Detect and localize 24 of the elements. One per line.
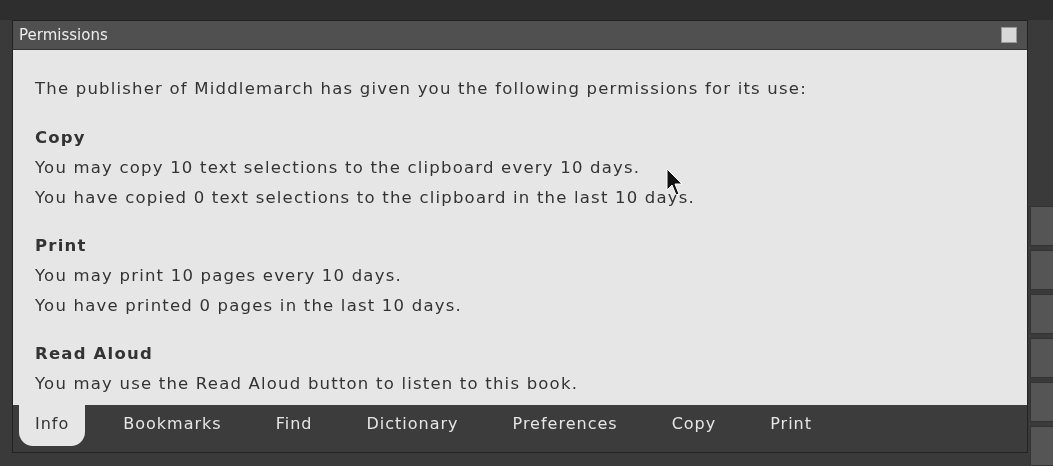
side-button[interactable]: [1030, 382, 1053, 422]
tab[interactable]: Preferences: [496, 405, 634, 446]
side-button[interactable]: [1030, 294, 1053, 334]
side-button[interactable]: [1030, 426, 1053, 466]
side-button[interactable]: [1030, 206, 1053, 246]
tab[interactable]: Print: [754, 405, 829, 446]
permission-text: You may print 10 pages every 10 days.: [35, 265, 402, 287]
window-title: Permissions: [19, 26, 108, 44]
intro-text: The publisher of Middlemarch has given you the following permissions for its use:: [35, 78, 807, 100]
tab[interactable]: Dictionary: [350, 405, 475, 446]
tab[interactable]: Copy: [655, 405, 733, 446]
permission-text: You may use the Read Aloud button to listen to this book.: [35, 373, 579, 395]
section-heading: Read Aloud: [35, 343, 153, 365]
tab[interactable]: Find: [259, 405, 329, 446]
tab[interactable]: Bookmarks: [107, 405, 238, 446]
side-button[interactable]: [1030, 250, 1053, 290]
side-button[interactable]: [1030, 338, 1053, 378]
permission-text: You have printed 0 pages in the last 10 days.: [35, 295, 462, 317]
tab[interactable]: Info: [19, 405, 86, 446]
close-box[interactable]: [1001, 27, 1018, 43]
permission-text: You may copy 10 text selections to the clipboard every 10 days.: [35, 157, 641, 179]
section-heading: Copy: [35, 127, 86, 149]
section-heading: Print: [35, 235, 87, 257]
permission-text: You have copied 0 text selections to the clipboard in the last 10 days.: [35, 187, 696, 209]
